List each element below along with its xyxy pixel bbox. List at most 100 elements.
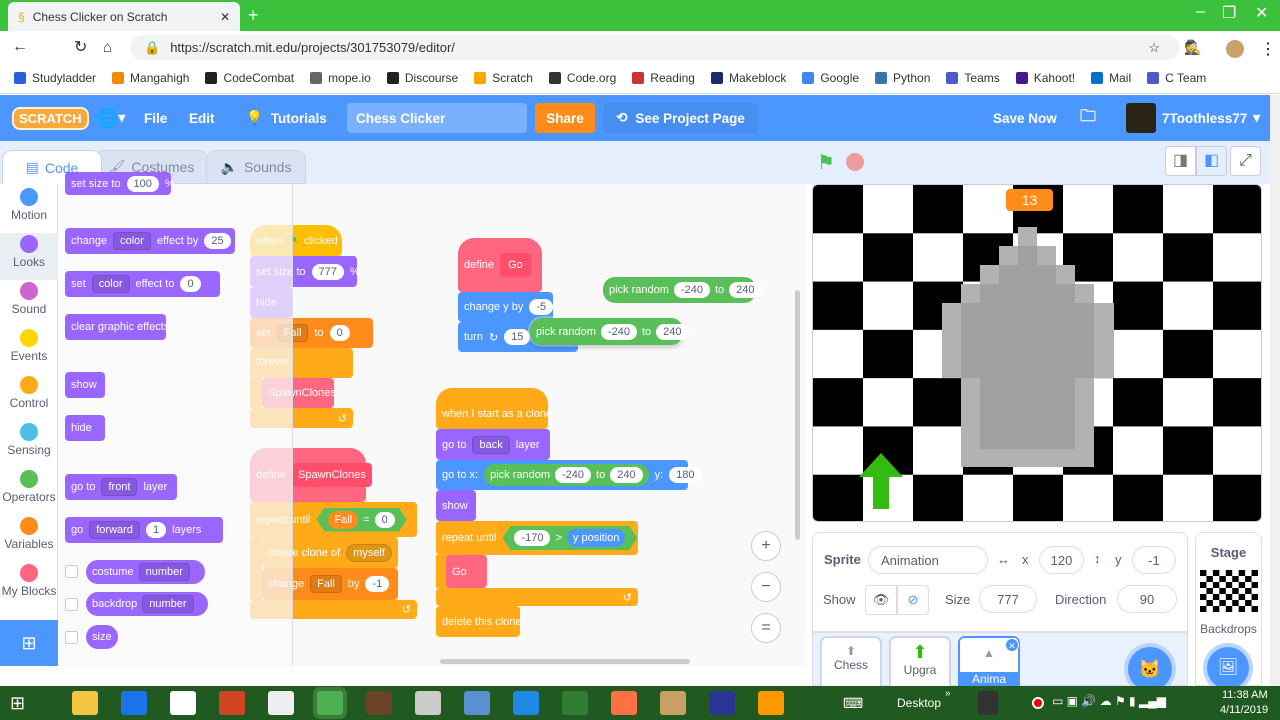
costume-checkbox[interactable]	[65, 565, 78, 578]
reload-icon[interactable]: ↻	[74, 37, 87, 57]
media-taskbar-icon[interactable]	[758, 691, 784, 715]
size-input[interactable]: 777	[979, 585, 1037, 613]
record-icon[interactable]	[1032, 697, 1044, 709]
bookmark-cteam[interactable]: C Team	[1147, 71, 1206, 85]
palette-change-effect-block[interactable]: change color effect by 25	[65, 228, 235, 254]
bookmark-google[interactable]: Google	[802, 71, 859, 85]
palette-backdrop-reporter[interactable]: backdrop number	[86, 592, 208, 616]
bookmark-discourse[interactable]: Discourse	[386, 71, 458, 85]
palette-size-reporter[interactable]: size	[86, 625, 118, 649]
greater-than-operator[interactable]: -170 > y position	[502, 526, 637, 550]
windows-start-icon[interactable]: ⊞	[10, 693, 25, 714]
tab-sounds[interactable]: 🔈 Sounds	[206, 150, 306, 184]
category-control[interactable]: Control	[0, 374, 58, 421]
direction-input[interactable]: 90	[1117, 585, 1177, 613]
go-to-layer-block[interactable]: go to back layer	[436, 429, 550, 460]
clock-time[interactable]: 11:38 AM	[1222, 689, 1268, 701]
my-stuff-folder-icon[interactable]: 🗀	[1080, 95, 1096, 141]
category-sensing[interactable]: Sensing	[0, 421, 58, 468]
tutorials-button[interactable]: 💡 Tutorials	[246, 95, 327, 141]
see-project-page-button[interactable]: ⟲ See Project Page	[603, 103, 758, 133]
go-call-block[interactable]: Go	[446, 555, 487, 588]
bookmark-makeblock[interactable]: Makeblock	[710, 71, 786, 85]
upgrade-arrow-sprite[interactable]	[857, 453, 905, 509]
profile-avatar[interactable]	[1226, 40, 1244, 58]
category-operators[interactable]: Operators	[0, 468, 58, 515]
go-to-xy-block[interactable]: go to x: pick random -240 to 240 y: 180	[436, 460, 702, 490]
minimize-button[interactable]: –	[1196, 3, 1205, 21]
repeat-until-block[interactable]: repeat until -170 > y position	[436, 521, 638, 555]
page-scrollbar[interactable]	[1270, 95, 1280, 686]
category-looks[interactable]: Looks	[0, 233, 58, 280]
edge-taskbar-icon[interactable]	[513, 691, 539, 715]
save-now-button[interactable]: Save Now	[993, 95, 1057, 141]
delete-clone-block[interactable]: delete this clone	[436, 606, 522, 637]
powerpoint-taskbar-icon[interactable]	[219, 691, 245, 715]
show-visible-button[interactable]: 👁	[865, 585, 897, 615]
category-sound[interactable]: Sound	[0, 280, 58, 327]
define-go-block[interactable]: define Go	[458, 238, 542, 292]
bookmark-kahoot[interactable]: Kahoot!	[1015, 71, 1075, 85]
sprite-name-input[interactable]: Animation	[868, 546, 988, 574]
bookmark-teams[interactable]: Teams	[946, 71, 1000, 85]
zoom-out-button[interactable]: −	[751, 572, 781, 602]
stage-canvas[interactable]: 13	[812, 184, 1262, 522]
browser-tab[interactable]: § Chess Clicker on Scratch ✕	[8, 2, 240, 31]
file-menu[interactable]: File	[144, 95, 167, 141]
delete-sprite-icon[interactable]: ✕	[1005, 638, 1019, 652]
chess-taskbar-icon[interactable]	[660, 691, 686, 715]
zoom-reset-button[interactable]: =	[751, 613, 781, 643]
pick-random-reporter-dragging[interactable]: pick random -240 to 240	[530, 318, 689, 345]
night-taskbar-icon[interactable]	[709, 691, 735, 715]
toolbar-chevron[interactable]: »	[945, 688, 951, 699]
new-tab-button[interactable]: +	[248, 5, 259, 26]
bookmark-mail[interactable]: Mail	[1091, 71, 1131, 85]
green-flag-button[interactable]: ⚑	[817, 150, 835, 175]
back-icon[interactable]: ←	[12, 38, 28, 56]
panda-taskbar-icon[interactable]	[268, 691, 294, 715]
zoom-in-button[interactable]: +	[751, 531, 781, 561]
project-title-input[interactable]: Chess Clicker	[347, 103, 527, 133]
bookmark-python[interactable]: Python	[875, 71, 930, 85]
bookmark-codeorg[interactable]: Code.org	[548, 71, 616, 85]
backdrop-checkbox[interactable]	[65, 598, 78, 611]
chess-pawn-sprite[interactable]	[942, 227, 1114, 467]
desktop-toolbar[interactable]: Desktop	[897, 696, 941, 710]
hide-visible-button[interactable]: ⊘	[897, 585, 929, 615]
file-explorer-taskbar-icon[interactable]	[72, 691, 98, 715]
stop-button[interactable]	[846, 153, 864, 171]
bookmark-mopeio[interactable]: mope.io	[310, 71, 371, 85]
chrome-taskbar-icon[interactable]	[317, 691, 343, 715]
close-tab-icon[interactable]: ✕	[220, 10, 230, 24]
choose-sprite-button[interactable]: 🐱	[1128, 647, 1172, 691]
outlook-taskbar-icon[interactable]	[121, 691, 147, 715]
palette-go-layers-block[interactable]: go forward 1 layers	[65, 517, 223, 543]
star-icon[interactable]: ☆	[1148, 40, 1160, 56]
category-variables[interactable]: Variables	[0, 515, 58, 562]
chrome-menu-icon[interactable]: ⋮	[1260, 39, 1276, 59]
palette-set-size-block[interactable]: set size to 100%	[65, 172, 175, 195]
vertical-scrollbar[interactable]	[795, 290, 800, 540]
home-taskbar-icon[interactable]	[170, 691, 196, 715]
add-extension-button[interactable]: ⊞	[0, 620, 58, 666]
palette-set-effect-block[interactable]: set color effect to 0	[65, 271, 220, 297]
y-input[interactable]: -1	[1132, 546, 1176, 574]
share-button[interactable]: Share	[535, 103, 595, 133]
horse-taskbar-icon[interactable]	[366, 691, 392, 715]
category-events[interactable]: Events	[0, 327, 58, 374]
palette-costume-reporter[interactable]: costume number	[86, 560, 205, 584]
edit-menu[interactable]: Edit	[189, 95, 215, 141]
sketch-taskbar-icon[interactable]	[415, 691, 441, 715]
calculator-taskbar-icon[interactable]	[562, 691, 588, 715]
clock-date[interactable]: 4/11/2019	[1220, 704, 1268, 716]
choose-backdrop-button[interactable]: 🖼	[1207, 647, 1249, 689]
home-icon[interactable]: ⌂	[103, 39, 112, 56]
pick-random-reporter[interactable]: pick random -240 to 240	[603, 277, 762, 303]
url-field[interactable]: 🔒 https://scratch.mit.edu/projects/30175…	[130, 35, 1180, 60]
category-motion[interactable]: Motion	[0, 186, 58, 233]
bookmark-mangahigh[interactable]: Mangahigh	[112, 71, 189, 85]
pdf-taskbar-icon[interactable]	[611, 691, 637, 715]
account-menu[interactable]: 7Toothless77 ▾	[1126, 95, 1260, 141]
fullscreen-button[interactable]: ⤢	[1230, 146, 1261, 176]
horizontal-scrollbar[interactable]	[440, 659, 690, 664]
